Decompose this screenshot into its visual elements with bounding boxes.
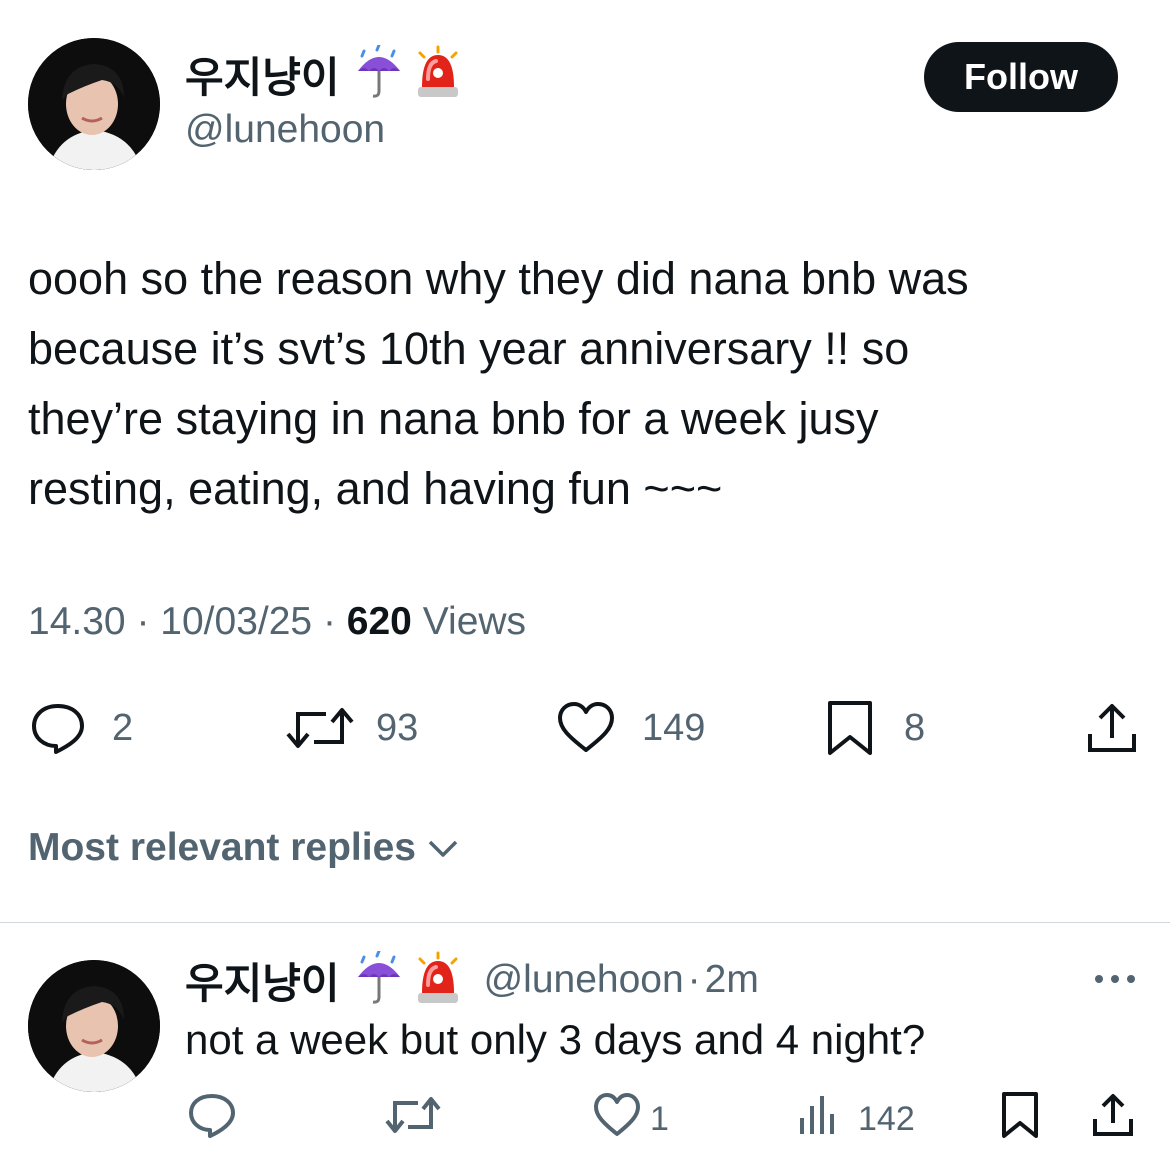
more-options-icon [1092, 975, 1138, 998]
like-count: 149 [642, 706, 706, 749]
tweet-text-line: resting, eating, and having fun ~~~ [28, 463, 723, 514]
replies-sort-label: Most relevant replies [28, 826, 416, 869]
share-icon [1084, 700, 1140, 756]
reply-text: not a week but only 3 days and 4 night? [185, 1016, 926, 1063]
reply-age[interactable]: 2m [705, 958, 759, 1002]
separator: · [136, 600, 150, 643]
reply-icon [28, 700, 88, 756]
reply-display-name[interactable]: 우지냥이 [185, 950, 340, 1011]
display-name[interactable]: 우지냥이 [185, 44, 340, 105]
reply-icon [186, 1090, 238, 1149]
reply-share-button[interactable] [1090, 1093, 1136, 1144]
tweet-text-line: oooh so the reason why they did nana bnb… [28, 253, 969, 304]
heart-icon [556, 700, 616, 756]
repost-count: 93 [376, 706, 419, 749]
views-count: 620 [346, 600, 412, 643]
bookmark-icon [826, 699, 874, 757]
views-label: Views [422, 600, 527, 643]
share-icon [1090, 1091, 1136, 1148]
avatar[interactable] [28, 38, 160, 170]
tweet-text-line: because it’s svt’s 10th year anniversary… [28, 323, 910, 374]
replies-sort-dropdown[interactable]: Most relevant replies [28, 826, 460, 870]
tweet-text-line: they’re staying in nana bnb for a week j… [28, 393, 879, 444]
repost-icon [384, 1090, 442, 1149]
reply-handle[interactable]: @lunehoon [484, 958, 684, 1002]
reply-avatar[interactable] [28, 960, 160, 1092]
share-button[interactable] [1084, 700, 1140, 756]
police-siren-icon [414, 951, 462, 1010]
reply-count: 2 [112, 706, 134, 749]
bookmark-count: 8 [904, 706, 926, 749]
reply-author-row: 우지냥이 @lunehoon · 2m [185, 949, 759, 1011]
reply-button[interactable]: 2 [28, 700, 133, 756]
separator: · [687, 958, 701, 1001]
tweet-text: oooh so the reason why they did nana bnb… [28, 244, 1138, 524]
reply-reply-button[interactable] [186, 1093, 238, 1144]
separator: · [322, 600, 336, 643]
reply-views-button[interactable]: 142 [796, 1094, 915, 1144]
repost-icon [286, 700, 354, 756]
tweet-date[interactable]: 10/03/25 [160, 600, 312, 643]
bookmark-button[interactable]: 8 [826, 700, 925, 756]
bookmark-icon [1000, 1090, 1040, 1149]
police-siren-icon [414, 45, 462, 104]
author-row: 우지냥이 [185, 43, 462, 105]
reply-views-count: 142 [858, 1099, 915, 1138]
umbrella-with-rain-icon [354, 43, 404, 104]
reply-like-count: 1 [650, 1099, 669, 1138]
tweet-meta: 14.30 · 10/03/25 · 620 Views [28, 600, 526, 644]
chevron-down-icon [426, 826, 460, 870]
umbrella-with-rain-icon [354, 949, 404, 1010]
follow-button[interactable]: Follow [924, 42, 1118, 112]
reply-like-button[interactable]: 1 [592, 1092, 669, 1144]
more-options-button[interactable] [1092, 964, 1138, 999]
reply-bookmark-button[interactable] [1000, 1091, 1040, 1144]
divider [0, 922, 1170, 923]
tweet-time[interactable]: 14.30 [28, 600, 126, 643]
heart-icon [592, 1091, 642, 1148]
analytics-icon [796, 1092, 840, 1147]
repost-button[interactable]: 93 [286, 700, 418, 756]
reply-repost-button[interactable] [384, 1094, 442, 1144]
handle[interactable]: @lunehoon [185, 108, 385, 152]
like-button[interactable]: 149 [556, 700, 705, 756]
